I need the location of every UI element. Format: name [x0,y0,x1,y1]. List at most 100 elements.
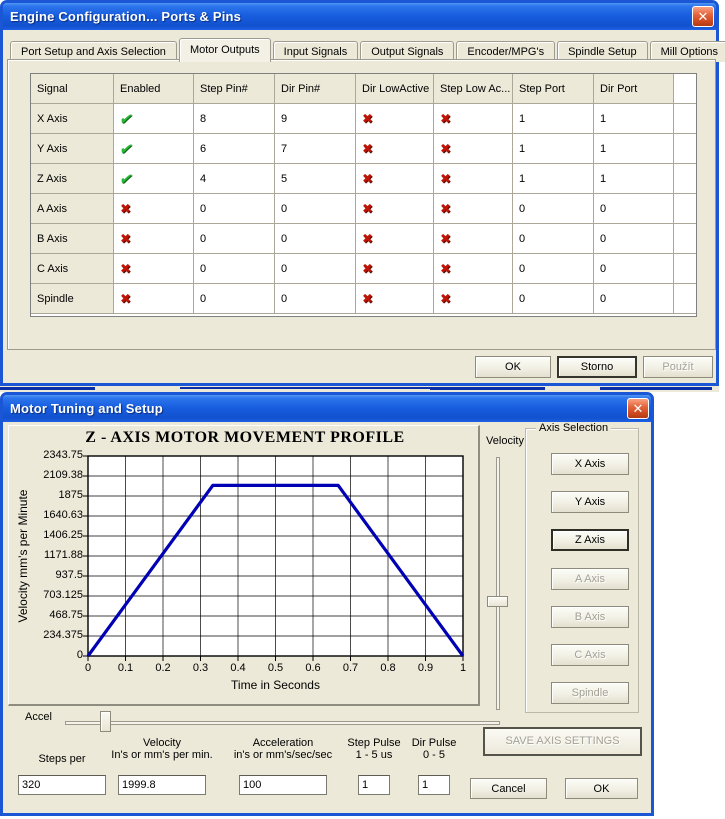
cell-filler [674,164,696,194]
cross-icon: ✖ [440,261,451,277]
tab-motor-outputs[interactable]: Motor Outputs [179,38,271,62]
cell-step-pin[interactable]: 4 [194,164,275,194]
velocity-slider-track[interactable] [496,457,500,710]
x-tick-label: 0.2 [148,662,178,674]
cell-dir-port[interactable]: 0 [594,254,674,284]
steps-per-input[interactable] [18,775,106,795]
cell-enabled[interactable]: ✖ [114,284,194,314]
ports-pins-dialog: Engine Configuration... Ports & Pins ✕ P… [0,0,719,386]
cross-icon: ✖ [362,111,373,127]
cell-dir-port[interactable]: 0 [594,284,674,314]
y-tick-label: 1640.63 [11,509,83,521]
axis-button-y-axis[interactable]: Y Axis [551,491,629,513]
table-row-c-axis: C Axis✖00✖✖00 [31,254,696,284]
cell-step-pin[interactable]: 0 [194,254,275,284]
cell-step-low-ac[interactable]: ✖ [434,224,513,254]
cell-step-low-ac[interactable]: ✖ [434,284,513,314]
signal-cell: C Axis [31,254,114,284]
motor-tuning-titlebar[interactable]: Motor Tuning and Setup [3,395,651,422]
cell-dir-pin[interactable]: 0 [275,254,356,284]
y-tick-label: 1171.88 [11,549,83,561]
cell-step-low-ac[interactable]: ✖ [434,134,513,164]
cross-icon: ✖ [362,231,373,247]
cancel-button[interactable]: Cancel [470,778,547,799]
table-row-spindle: Spindle✖00✖✖00 [31,284,696,314]
cell-enabled[interactable]: ✔ [114,104,194,134]
cell-dir-pin[interactable]: 5 [275,164,356,194]
cell-dir-pin[interactable]: 0 [275,194,356,224]
cell-dir-lowactive[interactable]: ✖ [356,224,434,254]
acceleration-input[interactable] [239,775,327,795]
cell-step-low-ac[interactable]: ✖ [434,194,513,224]
storno-button[interactable]: Storno [557,356,637,378]
cross-icon: ✖ [440,141,451,157]
cell-step-pin[interactable]: 6 [194,134,275,164]
cell-step-low-ac[interactable]: ✖ [434,104,513,134]
column-header-dir-port: Dir Port [594,74,674,104]
cell-dir-port[interactable]: 0 [594,224,674,254]
cell-step-port[interactable]: 0 [513,194,594,224]
steps-per-label: Steps per [12,753,112,765]
cell-dir-pin[interactable]: 9 [275,104,356,134]
cell-dir-pin[interactable]: 0 [275,284,356,314]
cell-step-low-ac[interactable]: ✖ [434,164,513,194]
cell-enabled[interactable]: ✖ [114,194,194,224]
cell-dir-lowactive[interactable]: ✖ [356,254,434,284]
window-fragment [600,387,712,390]
cell-dir-port[interactable]: 0 [594,194,674,224]
cell-dir-lowactive[interactable]: ✖ [356,164,434,194]
cell-step-pin[interactable]: 0 [194,284,275,314]
cell-dir-pin[interactable]: 0 [275,224,356,254]
cross-icon: ✖ [440,231,451,247]
accel-slider-thumb[interactable] [100,711,111,732]
cell-dir-port[interactable]: 1 [594,134,674,164]
cell-filler [674,224,696,254]
ports-pins-titlebar[interactable]: Engine Configuration... Ports & Pins [3,3,716,30]
cell-step-pin[interactable]: 0 [194,194,275,224]
cell-step-port[interactable]: 1 [513,134,594,164]
cell-step-pin[interactable]: 8 [194,104,275,134]
cell-dir-port[interactable]: 1 [594,164,674,194]
cell-step-port[interactable]: 0 [513,284,594,314]
cell-enabled[interactable]: ✔ [114,134,194,164]
axis-button-x-axis[interactable]: X Axis [551,453,629,475]
signal-cell: X Axis [31,104,114,134]
axis-button-z-axis[interactable]: Z Axis [551,529,629,551]
cell-step-pin[interactable]: 0 [194,224,275,254]
y-tick-label: 2343.75 [11,449,83,461]
dir-pulse-input[interactable] [418,775,450,795]
table-row-a-axis: A Axis✖00✖✖00 [31,194,696,224]
acceleration-label: Accelerationin's or mm's/sec/sec [221,737,345,761]
cell-step-port[interactable]: 0 [513,224,594,254]
x-tick-label: 1 [448,662,478,674]
close-icon[interactable]: ✕ [692,6,714,27]
x-tick-label: 0.9 [411,662,441,674]
close-icon[interactable]: ✕ [627,398,649,419]
cell-dir-port[interactable]: 1 [594,104,674,134]
chart-title: Z - AXIS MOTOR MOVEMENT PROFILE [49,429,441,447]
cell-dir-pin[interactable]: 7 [275,134,356,164]
velocity-slider-thumb[interactable] [487,596,508,607]
cell-step-port[interactable]: 1 [513,164,594,194]
cell-dir-lowactive[interactable]: ✖ [356,194,434,224]
cell-enabled[interactable]: ✔ [114,164,194,194]
cell-step-port[interactable]: 0 [513,254,594,284]
cell-step-port[interactable]: 1 [513,104,594,134]
cell-enabled[interactable]: ✖ [114,254,194,284]
ok-button[interactable]: OK [565,778,638,799]
cell-step-low-ac[interactable]: ✖ [434,254,513,284]
accel-slider-track[interactable] [65,721,500,725]
cell-dir-lowactive[interactable]: ✖ [356,134,434,164]
step-pulse-input[interactable] [358,775,390,795]
y-tick-label: 1406.25 [11,529,83,541]
ok-button[interactable]: OK [475,356,551,378]
cell-dir-lowactive[interactable]: ✖ [356,284,434,314]
cell-enabled[interactable]: ✖ [114,224,194,254]
window-fragment [430,387,545,390]
motor-tuning-title: Motor Tuning and Setup [3,401,163,416]
y-tick-label: 468.75 [11,609,83,621]
x-tick-label: 0 [73,662,103,674]
velocity-input[interactable] [118,775,206,795]
check-icon: ✔ [118,110,135,128]
cell-dir-lowactive[interactable]: ✖ [356,104,434,134]
